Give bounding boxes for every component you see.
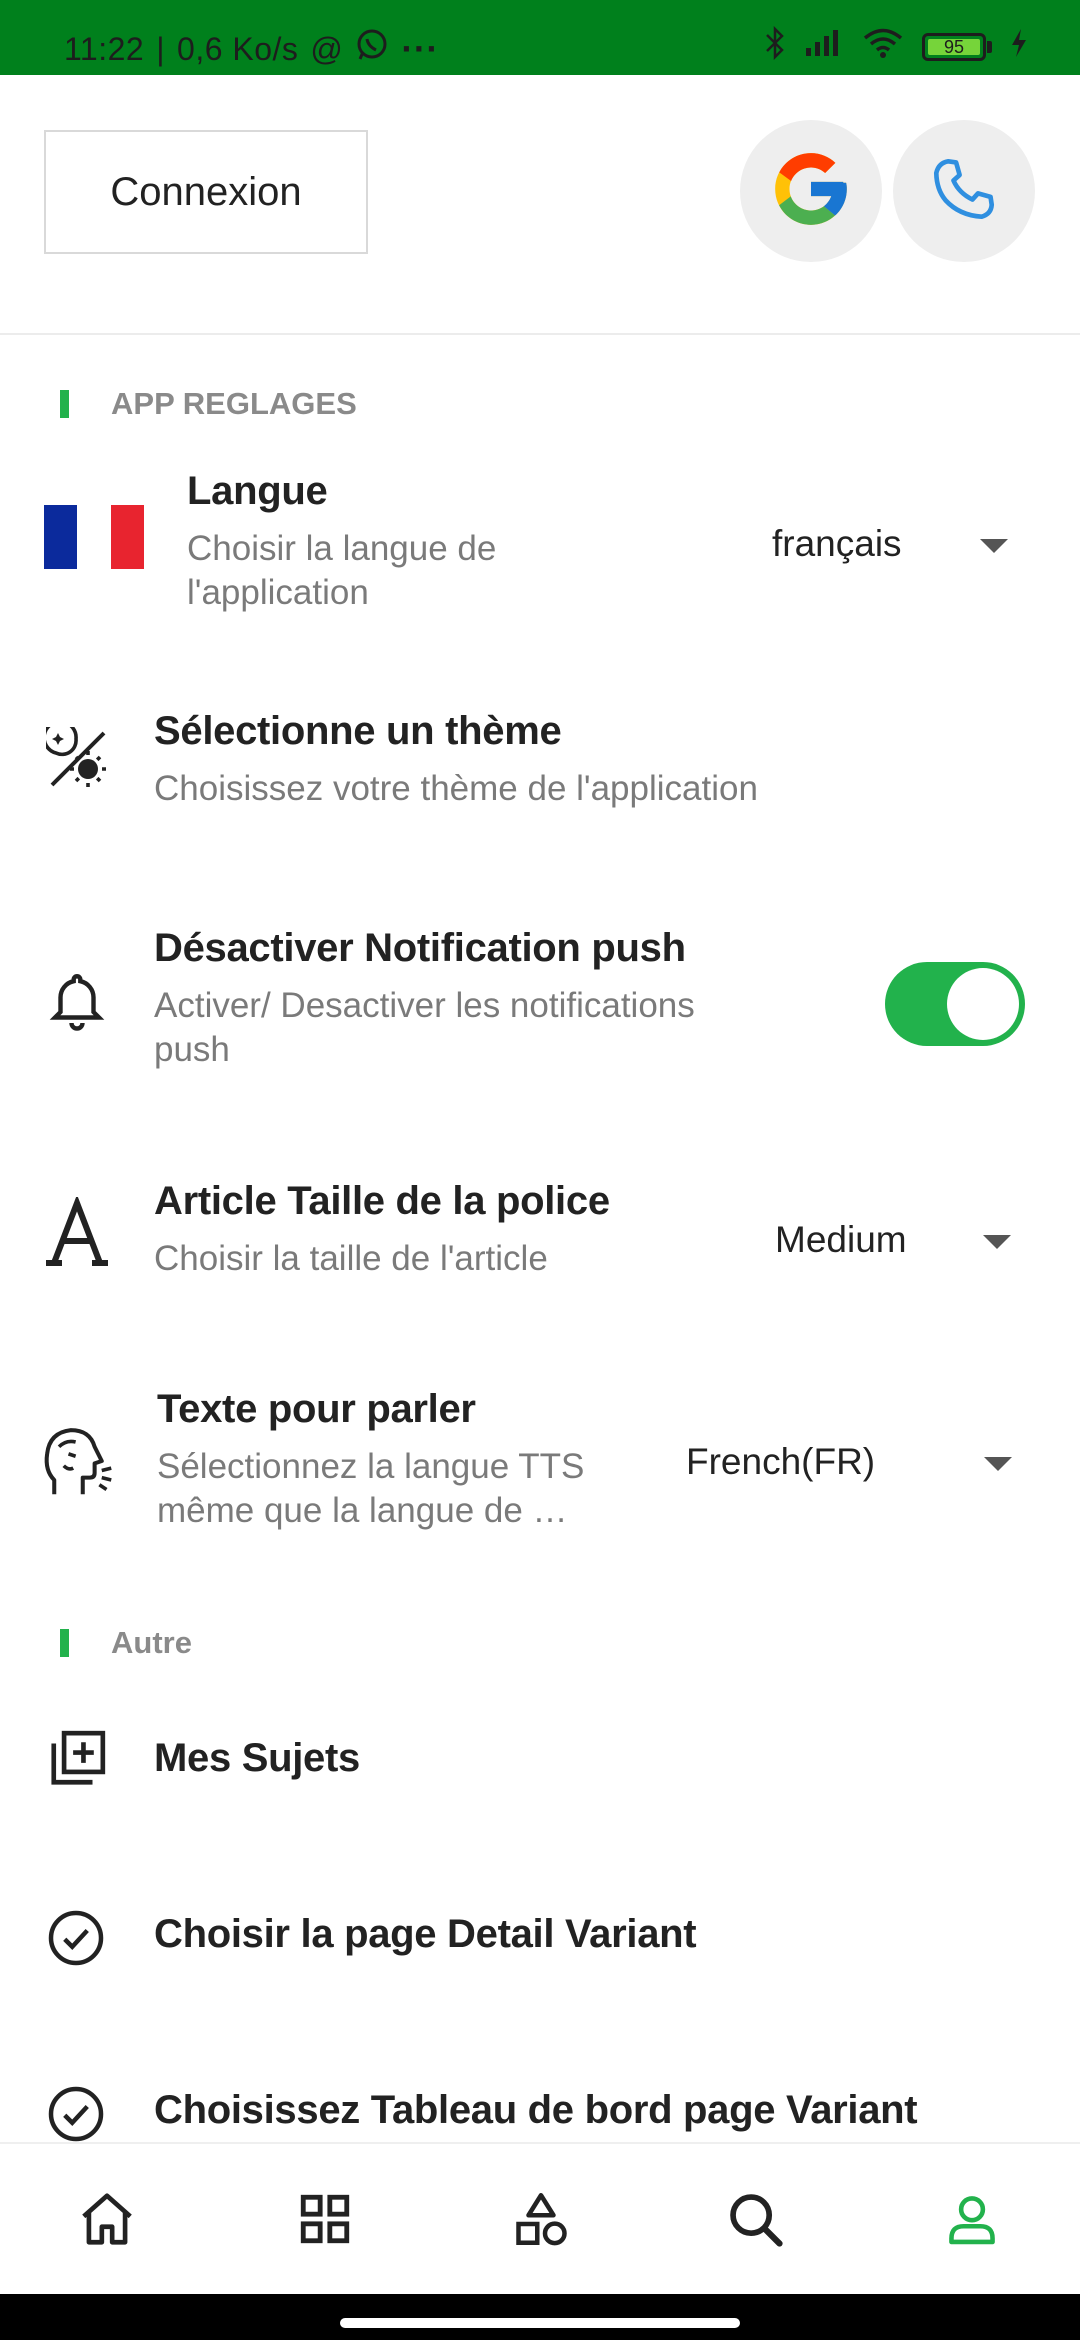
phone-icon: [929, 154, 999, 229]
system-gesture-bar: [0, 2294, 1080, 2340]
nav-search[interactable]: [720, 2186, 790, 2256]
home-icon: [76, 2188, 138, 2255]
battery-level: 95: [943, 37, 965, 57]
font-size-icon: [44, 1194, 110, 1272]
bottom-navigation: [0, 2142, 1080, 2294]
add-to-library-icon: [46, 1728, 108, 1795]
search-icon: [724, 2188, 786, 2255]
section-accent-bar: [60, 390, 69, 418]
setting-subtitle-line: Sélectionnez la langue TTS: [157, 1447, 585, 1486]
home-indicator[interactable]: [340, 2318, 740, 2328]
battery-icon: 95: [922, 33, 992, 61]
check-circle-icon: [46, 2084, 106, 2149]
menu-item-detail-variant[interactable]: Choisir la page Detail Variant: [0, 1876, 1080, 1996]
setting-subtitle-line: même que la langue de …: [157, 1491, 568, 1530]
status-bar: 11:22 | 0,6 Ko/s @ ··· 95: [0, 0, 1080, 75]
status-right: 95: [764, 25, 1028, 68]
push-notifications-toggle[interactable]: [885, 962, 1025, 1046]
nav-home[interactable]: [72, 2186, 142, 2256]
setting-subtitle: Choisissez votre thème de l'application: [154, 769, 758, 808]
status-net-speed: 0,6 Ko/s: [177, 30, 299, 67]
status-separator: |: [156, 30, 166, 67]
menu-item-label: Mes Sujets: [154, 1736, 360, 1780]
language-dropdown[interactable]: français: [772, 519, 1072, 569]
phone-signin-button[interactable]: [893, 120, 1035, 262]
bluetooth-icon: [764, 25, 786, 68]
profile-icon: [943, 2190, 1001, 2253]
french-flag-icon: [44, 505, 144, 569]
check-circle-icon: [46, 1908, 106, 1973]
setting-push-notifications: Désactiver Notification push Activer/ De…: [0, 922, 1080, 1092]
grid-icon: [296, 2190, 354, 2253]
setting-subtitle-line: l'application: [187, 573, 369, 612]
setting-title: Texte pour parler: [157, 1387, 476, 1431]
charging-icon: [1010, 28, 1028, 66]
menu-item-my-topics[interactable]: Mes Sujets: [0, 1700, 1080, 1820]
menu-item-label: Choisissez Tableau de bord page Variant: [154, 2088, 918, 2132]
google-signin-button[interactable]: [740, 120, 882, 262]
setting-font-size[interactable]: Article Taille de la police Choisir la t…: [0, 1175, 1080, 1315]
setting-title: Langue: [187, 469, 328, 513]
status-more-dots: ···: [401, 28, 439, 69]
font-size-dropdown[interactable]: Medium: [775, 1215, 1075, 1265]
wifi-icon: [862, 27, 904, 67]
status-time: 11:22: [64, 30, 145, 67]
setting-title: Article Taille de la police: [154, 1179, 610, 1223]
status-at-symbol: @: [310, 30, 344, 67]
setting-subtitle: Choisir la taille de l'article: [154, 1239, 548, 1278]
setting-subtitle-line: Choisir la langue de: [187, 529, 497, 568]
setting-language[interactable]: Langue Choisir la langue de l'applicatio…: [0, 465, 1080, 635]
battery-body: 95: [922, 33, 986, 61]
status-left: 11:22 | 0,6 Ko/s @ ···: [64, 28, 439, 70]
section-accent-bar: [60, 1629, 69, 1657]
battery-tip: [987, 41, 992, 53]
tts-language-dropdown[interactable]: French(FR): [686, 1437, 1076, 1487]
theme-icon: [42, 719, 110, 796]
dropdown-value: français: [772, 523, 902, 564]
signal-icon: [804, 28, 844, 66]
categories-icon: [511, 2189, 571, 2254]
google-icon: [768, 146, 854, 237]
setting-title: Sélectionne un thème: [154, 709, 562, 753]
menu-item-label: Choisir la page Detail Variant: [154, 1912, 697, 1956]
setting-title: Désactiver Notification push: [154, 926, 686, 970]
speaking-head-icon: [40, 1423, 116, 1504]
nav-grid[interactable]: [290, 2186, 360, 2256]
setting-subtitle-line: Activer/ Desactiver les notifications: [154, 986, 695, 1025]
section-title: Autre: [111, 1625, 192, 1660]
section-app-settings: APP REGLAGES: [60, 386, 357, 422]
chevron-down-icon: [984, 1457, 1012, 1471]
setting-subtitle: Sélectionnez la langue TTS même que la l…: [157, 1445, 584, 1533]
chevron-down-icon: [983, 1235, 1011, 1249]
account-header: Connexion: [0, 75, 1080, 335]
section-other: Autre: [60, 1625, 192, 1661]
dropdown-value: Medium: [775, 1219, 907, 1260]
setting-theme[interactable]: Sélectionne un thème Choisissez votre th…: [0, 705, 1080, 845]
nav-categories[interactable]: [506, 2186, 576, 2256]
setting-subtitle-line: push: [154, 1030, 230, 1069]
chevron-down-icon: [980, 539, 1008, 553]
menu-item-dashboard-variant[interactable]: Choisissez Tableau de bord page Variant: [0, 2052, 1080, 2142]
setting-subtitle: Activer/ Desactiver les notifications pu…: [154, 984, 695, 1072]
section-title: APP REGLAGES: [111, 386, 357, 421]
setting-subtitle: Choisir la langue de l'application: [187, 527, 496, 615]
setting-text-to-speech[interactable]: Texte pour parler Sélectionnez la langue…: [0, 1383, 1080, 1553]
whatsapp-icon: [355, 28, 389, 70]
dropdown-value: French(FR): [686, 1441, 876, 1482]
login-button[interactable]: Connexion: [44, 130, 368, 254]
bell-icon: [44, 968, 110, 1039]
toggle-knob: [947, 968, 1019, 1040]
nav-profile[interactable]: [937, 2186, 1007, 2256]
